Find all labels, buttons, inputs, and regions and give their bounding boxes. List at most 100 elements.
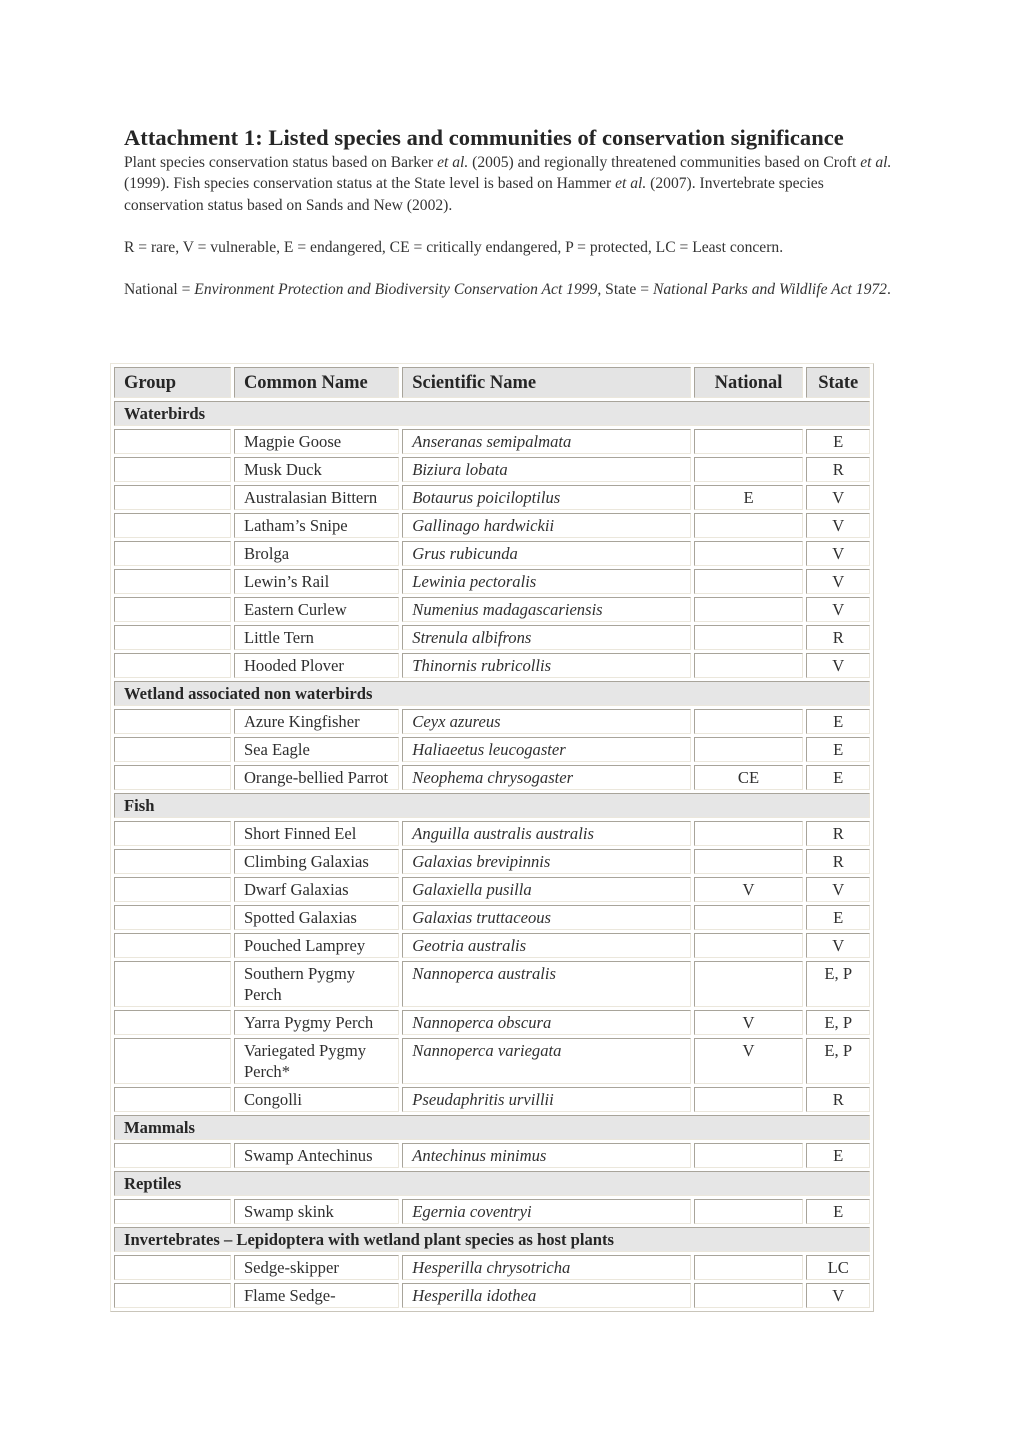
cell-scientific-name: Biziura lobata [402,457,691,482]
cell-group [114,1143,231,1168]
cell-common-name: Dwarf Galaxias [233,877,400,902]
cell-state-status: R [806,821,870,846]
group-label: Invertebrates – Lepidoptera with wetland… [114,1227,870,1252]
text-segment: Plant species conservation status based … [124,154,438,171]
cell-common-name: Sea Eagle [233,737,400,762]
cell-national-status [693,737,804,762]
cell-common-name: Yarra Pygmy Perch [233,1010,400,1035]
cell-common-name: Short Finned Eel [233,821,400,846]
cell-national-status [693,1199,804,1224]
cell-scientific-name: Pseudaphritis urvillii [402,1087,691,1112]
table-row: Orange-bellied Parrot Neophema chrysogast… [114,765,870,790]
cell-group [114,653,231,678]
table-row: Congolli Pseudaphritis urvillii R [114,1087,870,1112]
header-national: National [693,367,804,398]
cell-national-status [693,457,804,482]
cell-national-status [693,961,804,1007]
cell-group [114,933,231,958]
cell-national-status [693,821,804,846]
cell-scientific-name: Lewinia pectoralis [402,569,691,594]
cell-national-status [693,513,804,538]
header-common-name: Common Name [233,367,400,398]
cell-national-status [693,569,804,594]
cell-group [114,961,231,1007]
table-row: Azure Kingfisher Ceyx azureus E [114,709,870,734]
text-segment: (2005) and regionally threatened communi… [468,154,861,171]
cell-state-status: V [806,513,870,538]
cell-state-status: LC [806,1255,870,1280]
cell-common-name: Little Tern [233,625,400,650]
cell-common-name: Australasian Bittern [233,485,400,510]
cell-state-status: V [806,877,870,902]
cell-scientific-name: Nannoperca obscura [402,1010,691,1035]
table-row: Magpie Goose Anseranas semipalmata E [114,429,870,454]
cell-national-status [693,625,804,650]
cell-state-status: V [806,485,870,510]
cell-common-name: Lewin’s Rail [233,569,400,594]
cell-national-status [693,709,804,734]
table-row: Lewin’s Rail Lewinia pectoralis V [114,569,870,594]
cell-scientific-name: Hesperilla idothea [402,1283,691,1308]
cell-national-status: V [693,877,804,902]
italic-text: Environment Protection and Biodiversity … [194,281,598,299]
cell-common-name: Spotted Galaxias [233,905,400,930]
cell-group [114,625,231,650]
cell-common-name: Magpie Goose [233,429,400,454]
cell-common-name: Eastern Curlew [233,597,400,622]
cell-state-status: E, P [806,961,870,1007]
italic-text: National Parks and Wildlife Act 1972 [652,281,887,299]
cell-scientific-name: Egernia coventryi [402,1199,691,1224]
table-row: Sea Eagle Haliaeetus leucogaster E [114,737,870,762]
cell-state-status: E [806,1143,870,1168]
cell-group [114,849,231,874]
cell-state-status: E, P [806,1038,870,1084]
cell-national-status [693,905,804,930]
cell-group [114,877,231,902]
group-row: Wetland associated non waterbirds [114,681,870,706]
table-header: Group Common Name Scientific Name Nation… [114,367,870,398]
cell-group [114,1283,231,1308]
cell-group [114,1038,231,1084]
cell-state-status: E [806,429,870,454]
cell-state-status: E [806,905,870,930]
group-label: Mammals [114,1115,870,1140]
group-row: Invertebrates – Lepidoptera with wetland… [114,1227,870,1252]
group-row: Mammals [114,1115,870,1140]
text-segment: , State = [597,281,653,299]
table-row: Musk Duck Biziura lobata R [114,457,870,482]
table-row: Hooded Plover Thinornis rubricollis V [114,653,870,678]
cell-group [114,709,231,734]
group-label: Reptiles [114,1171,870,1196]
table-row: Eastern Curlew Numenius madagascariensis V [114,597,870,622]
cell-scientific-name: Botaurus poiciloptilus [402,485,691,510]
cell-common-name: Southern Pygmy Perch [233,961,400,1007]
cell-group [114,513,231,538]
cell-national-status: V [693,1038,804,1084]
group-label: Fish [114,793,870,818]
table-row: Sedge-skipper Hesperilla chrysotricha LC [114,1255,870,1280]
cell-state-status: E [806,1199,870,1224]
cell-national-status [693,1087,804,1112]
cell-common-name: Sedge-skipper [233,1255,400,1280]
cell-scientific-name: Nannoperca australis [402,961,691,1007]
cell-state-status: V [806,541,870,566]
page-title: Attachment 1: Listed species and communi… [124,125,844,150]
table-row: Yarra Pygmy Perch Nannoperca obscura V E, P [114,1010,870,1035]
cell-scientific-name: Anguilla australis australis [402,821,691,846]
group-label: Waterbirds [114,401,870,426]
cell-scientific-name: Gallinago hardwickii [402,513,691,538]
cell-group [114,569,231,594]
cell-scientific-name: Galaxias brevipinnis [402,849,691,874]
table-row: Variegated Pygmy Perch* Nannoperca varieg… [114,1038,870,1084]
italic-text: et al. [860,154,892,171]
cell-national-status [693,933,804,958]
table-body: Waterbirds Magpie Goose Anseranas semipalm… [114,401,870,1308]
cell-common-name: Pouched Lamprey [233,933,400,958]
cell-scientific-name: Hesperilla chrysotricha [402,1255,691,1280]
cell-state-status: V [806,1283,870,1308]
cell-scientific-name: Antechinus minimus [402,1143,691,1168]
group-row: Reptiles [114,1171,870,1196]
cell-national-status: V [693,1010,804,1035]
cell-group [114,597,231,622]
table-row: Australasian Bittern Botaurus poiciloptil… [114,485,870,510]
